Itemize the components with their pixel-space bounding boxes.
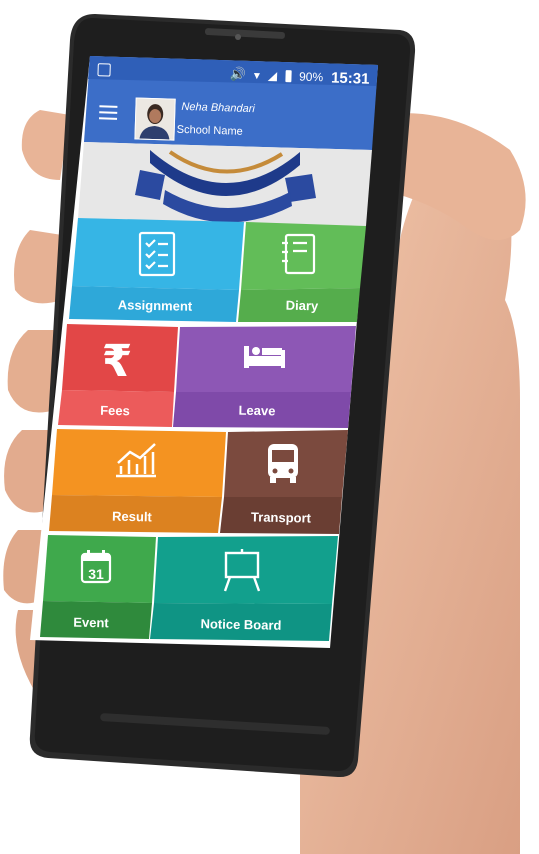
status-time: 15:31 (330, 69, 370, 88)
tile-notice-board-label: Notice Board (200, 616, 282, 633)
tile-diary-label: Diary (285, 297, 319, 314)
tile-assignment-label: Assignment (117, 297, 193, 314)
tile-leave-body (176, 326, 356, 392)
volume-icon: 🔊 (229, 66, 247, 82)
user-name: Neha Bhandari (181, 100, 255, 116)
tile-event-label: Event (73, 614, 109, 631)
school-name: School Name (176, 123, 243, 138)
tile-result-label: Result (111, 508, 153, 525)
tile-transport-label: Transport (250, 509, 312, 526)
tile-assignment-body (72, 218, 244, 290)
wifi-icon: ▾ (253, 68, 261, 83)
avatar[interactable] (134, 97, 176, 141)
signal-icon: ◢ (267, 68, 278, 83)
tile-fees-label: Fees (100, 402, 130, 419)
tile-result-body (52, 429, 226, 497)
notification-image-icon (97, 63, 111, 77)
tile-diary-body (241, 222, 366, 290)
menu-icon[interactable] (99, 105, 118, 120)
tile-event-body (43, 535, 156, 603)
tile-leave-label: Leave (238, 402, 276, 419)
tile-notice-board-body (154, 536, 338, 604)
tile-fees-body (62, 324, 178, 392)
battery-icon (284, 70, 292, 83)
battery-percentage: 90% (298, 69, 324, 85)
app-bar: Neha Bhandari School Name (88, 88, 380, 155)
tile-transport-body (224, 430, 348, 497)
